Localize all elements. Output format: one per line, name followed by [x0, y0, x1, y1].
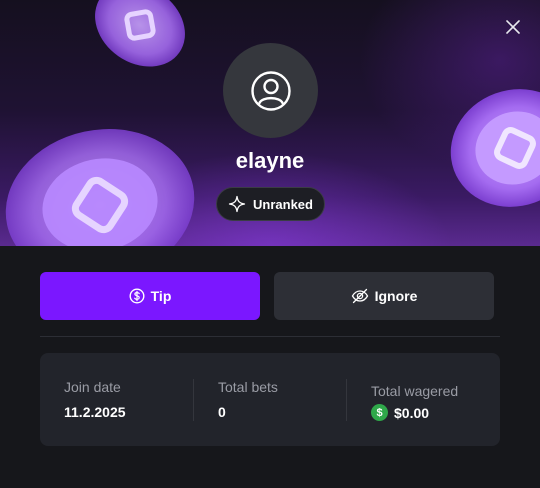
profile-banner: elayne Unranked: [0, 0, 540, 246]
rank-badge: Unranked: [216, 187, 325, 221]
rank-label: Unranked: [253, 196, 313, 212]
close-icon: [506, 20, 520, 34]
eye-off-icon: [351, 288, 368, 304]
total-wagered-label: Total wagered: [371, 383, 459, 399]
total-bets-value: 0: [218, 404, 226, 420]
join-date-value: 11.2.2025: [64, 404, 126, 420]
stat-total-wagered: Total wagered $ $0.00: [347, 353, 500, 446]
username: elayne: [235, 148, 305, 173]
sparkle-icon: [228, 195, 246, 213]
user-stats-panel: Join date 11.2.2025 Total bets 0 Total w…: [40, 353, 500, 446]
dollar-coin-icon: [129, 288, 145, 304]
total-wagered-value: $ $0.00: [371, 404, 429, 421]
tip-button[interactable]: Tip: [40, 272, 260, 320]
close-button[interactable]: [502, 16, 524, 38]
stat-join-date: Join date 11.2.2025: [40, 353, 193, 446]
avatar: [223, 43, 318, 138]
ignore-button[interactable]: Ignore: [274, 272, 494, 320]
total-wagered-amount: $0.00: [394, 404, 430, 421]
total-bets-label: Total bets: [218, 379, 278, 395]
user-icon: [250, 70, 291, 111]
user-profile-modal: elayne Unranked Tip Ignore Join date 11.…: [0, 0, 540, 488]
stat-total-bets: Total bets 0: [194, 353, 347, 446]
join-date-label: Join date: [64, 379, 121, 395]
tip-label: Tip: [150, 288, 172, 304]
ignore-label: Ignore: [374, 288, 418, 304]
dollar-coin-icon: $: [371, 404, 388, 421]
divider: [40, 336, 500, 337]
